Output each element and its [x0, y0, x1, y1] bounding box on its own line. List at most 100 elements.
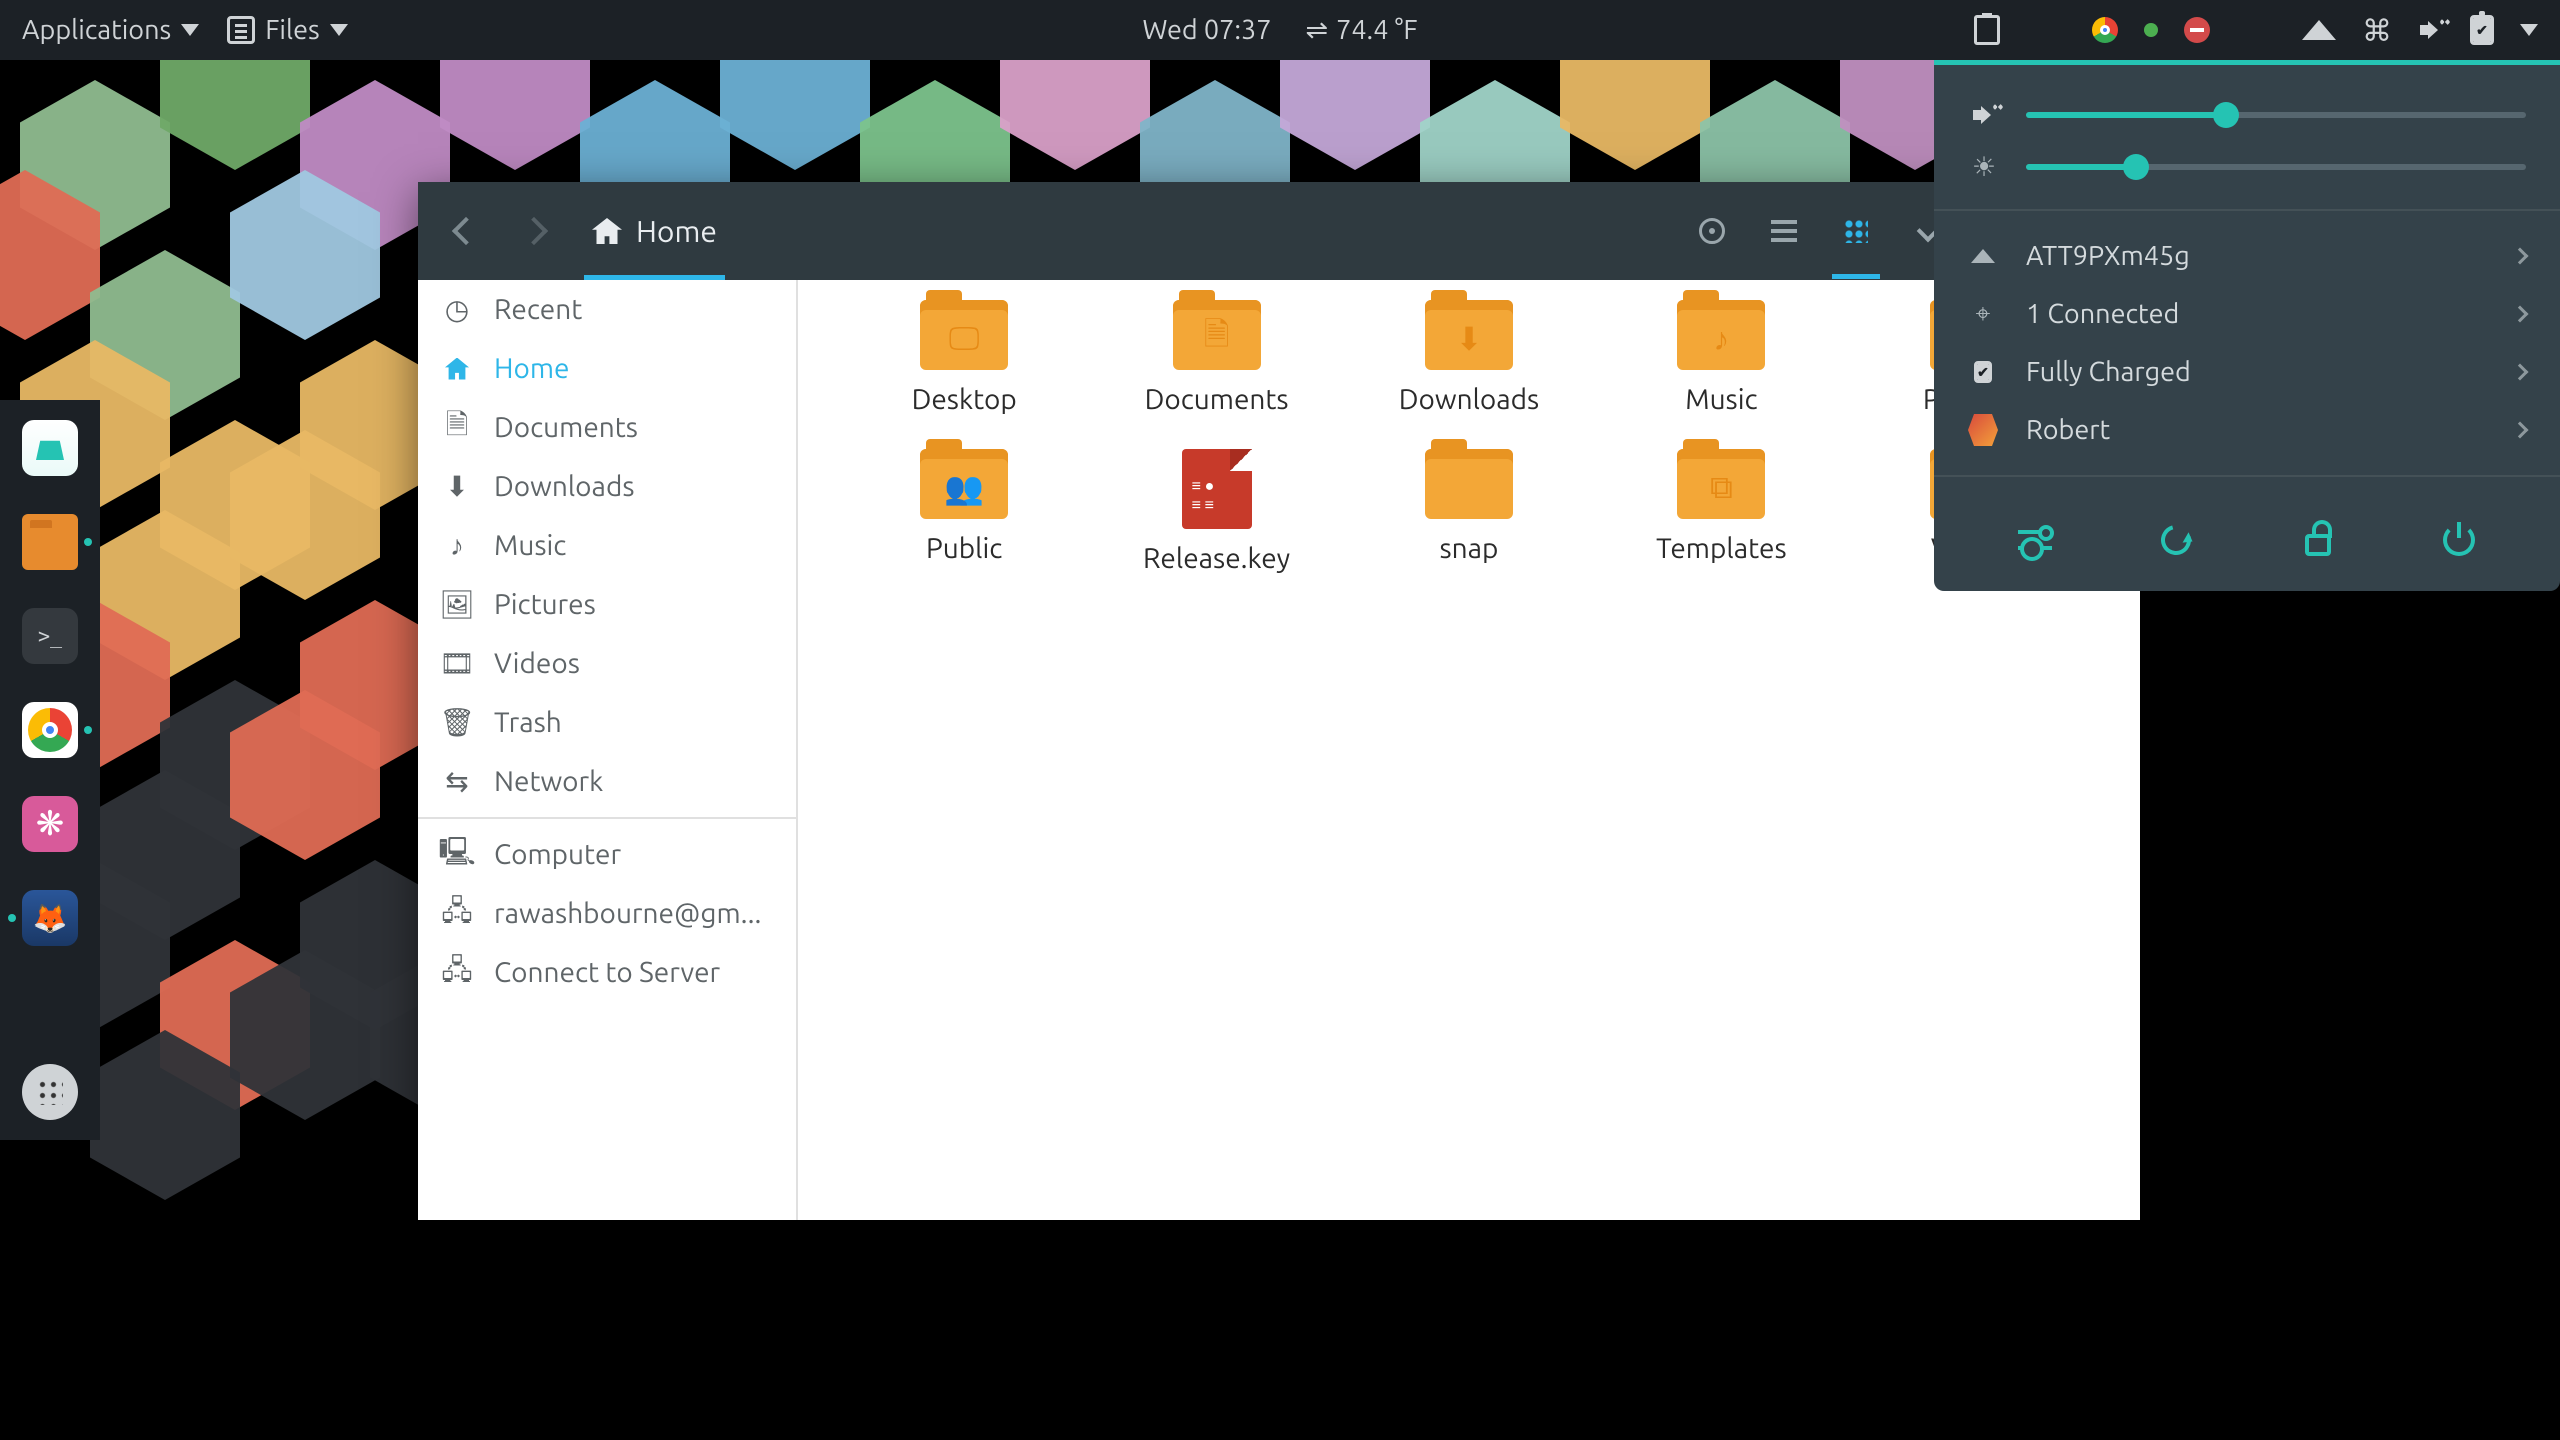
- file-item-label: Release.key: [1127, 543, 1307, 574]
- file-item-label: Public: [874, 533, 1054, 564]
- dock-chrome[interactable]: [22, 702, 78, 758]
- file-item[interactable]: 🗎Documents: [1127, 300, 1307, 415]
- computer-icon: 🖳: [442, 840, 472, 870]
- system-menu-row-bluetooth[interactable]: ⌖1 Connected: [1934, 285, 2560, 343]
- music-icon: ♪: [442, 531, 472, 561]
- temperature-indicator[interactable]: ⇌ 74.4 °F: [1305, 15, 1417, 46]
- power-button[interactable]: [2436, 517, 2482, 563]
- applications-menu[interactable]: Applications: [22, 15, 199, 45]
- brightness-slider-thumb[interactable]: [2123, 154, 2149, 180]
- orientation-lock-button[interactable]: [2153, 517, 2199, 563]
- clock[interactable]: Wed 07:37: [1142, 15, 1271, 45]
- lock-button[interactable]: [2295, 517, 2341, 563]
- system-menu-row-wifi[interactable]: ATT9PXm45g: [1934, 227, 2560, 285]
- trash-icon: 🗑: [442, 708, 472, 738]
- wifi-icon[interactable]: [2302, 20, 2336, 40]
- chevron-down-icon: [330, 24, 348, 36]
- sidebar-item-videos[interactable]: 🎞Videos: [418, 634, 796, 693]
- sidebar-item-documents[interactable]: 🗎 Documents: [418, 398, 796, 457]
- file-item[interactable]: ⬇ Downloads: [1379, 300, 1559, 415]
- sidebar-item-label: Home: [494, 353, 570, 384]
- location-label: Home: [636, 214, 717, 248]
- settings-button[interactable]: [2012, 517, 2058, 563]
- home-icon: [442, 354, 472, 384]
- chrome-indicator-icon[interactable]: [2092, 17, 2118, 43]
- battery-icon: [1968, 357, 1998, 387]
- sidebar-device-item[interactable]: 🖳Computer: [418, 825, 796, 884]
- folder-icon: 👥: [920, 449, 1008, 519]
- dock-show-applications[interactable]: [22, 1064, 78, 1120]
- file-item-label: Desktop: [874, 384, 1054, 415]
- file-item[interactable]: ⧉Templates: [1631, 449, 1811, 574]
- location-button[interactable]: [1678, 197, 1746, 265]
- folder-icon: ⬇: [1425, 300, 1513, 370]
- file-item[interactable]: 👥 Public: [874, 449, 1054, 574]
- dock-software-center[interactable]: [22, 420, 78, 476]
- volume-slider[interactable]: [2026, 112, 2526, 118]
- clock-icon: ◷: [442, 295, 472, 325]
- sidebar-item-pictures[interactable]: 🖼Pictures: [418, 575, 796, 634]
- dock-files[interactable]: [22, 514, 78, 570]
- sidebar-item-downloads[interactable]: ⬇Downloads: [418, 457, 796, 516]
- nav-back-button[interactable]: [432, 197, 500, 265]
- volume-slider-thumb[interactable]: [2213, 102, 2239, 128]
- sidebar-item-label: Connect to Server: [494, 957, 720, 988]
- clipboard-indicator-icon[interactable]: [1974, 15, 2000, 45]
- dock-terminal[interactable]: [22, 608, 78, 664]
- avatar-icon: [1968, 415, 1998, 445]
- folder-icon: ♪: [1677, 300, 1765, 370]
- sidebar-item-music[interactable]: ♪ Music: [418, 516, 796, 575]
- file-item[interactable]: 🖵Desktop: [874, 300, 1054, 415]
- bluetooth-icon: ⌖: [1968, 299, 1998, 329]
- thermometer-icon: ⇌: [1305, 15, 1326, 46]
- brightness-icon: ☀: [1968, 151, 2000, 183]
- brightness-slider[interactable]: [2026, 164, 2526, 170]
- document-icon: 🗎: [442, 413, 472, 443]
- bluetooth-icon[interactable]: ⌘: [2362, 15, 2392, 45]
- dock-atom[interactable]: [22, 796, 78, 852]
- path-tab-home[interactable]: Home: [572, 182, 737, 280]
- sidebar-item-label: Music: [494, 530, 566, 561]
- sidebar-device-item[interactable]: 🖧rawashbourne@gm...: [418, 884, 796, 943]
- volume-icon[interactable]: [2418, 17, 2444, 43]
- dock-firefox[interactable]: [22, 890, 78, 946]
- chevron-right-icon: [520, 217, 548, 245]
- battery-icon[interactable]: [2470, 15, 2494, 45]
- sidebar-item-label: Trash: [494, 707, 562, 738]
- sidebar-item-home[interactable]: Home: [418, 339, 796, 398]
- grid-view-button[interactable]: [1822, 197, 1890, 265]
- system-menu-row-label: ATT9PXm45g: [2026, 241, 2190, 271]
- file-item-label: snap: [1379, 533, 1559, 564]
- sidebar-device-item[interactable]: 🖧Connect to Server: [418, 943, 796, 1002]
- file-item[interactable]: ♪Music: [1631, 300, 1811, 415]
- brightness-slider-row: ☀: [1934, 141, 2560, 193]
- volume-slider-row: [1934, 89, 2560, 141]
- sidebar-item-label: Videos: [494, 648, 580, 679]
- nav-forward-button[interactable]: [500, 197, 568, 265]
- menu-separator: [1934, 209, 2560, 211]
- grid-view-icon: [1844, 219, 1868, 243]
- file-item-label: Documents: [1127, 384, 1307, 415]
- chevron-left-icon: [452, 217, 480, 245]
- system-menu-row-avatar[interactable]: Robert: [1934, 401, 2560, 459]
- sidebar-item-trash[interactable]: 🗑 Trash: [418, 693, 796, 752]
- do-not-disturb-icon[interactable]: [2184, 17, 2210, 43]
- sidebar-item-label: Recent: [494, 294, 582, 325]
- file-icon: ≡ ●≡ ≡: [1182, 449, 1252, 529]
- list-view-button[interactable]: [1750, 197, 1818, 265]
- file-item[interactable]: ≡ ●≡ ≡ Release.key: [1127, 449, 1307, 574]
- home-icon: [592, 218, 622, 244]
- file-item-label: Downloads: [1379, 384, 1559, 415]
- network-icon: ⇆: [442, 767, 472, 797]
- sidebar-item-network[interactable]: ⇆Network: [418, 752, 796, 811]
- folder-icon: ⧉: [1677, 449, 1765, 519]
- status-dot-icon[interactable]: [2144, 23, 2158, 37]
- sidebar-item-recent[interactable]: ◷ Recent: [418, 280, 796, 339]
- file-item[interactable]: snap: [1379, 449, 1559, 574]
- system-menu-row-battery[interactable]: Fully Charged: [1934, 343, 2560, 401]
- settings-icon: [2018, 527, 2052, 553]
- files-menu[interactable]: Files: [227, 15, 347, 45]
- sidebar-item-label: Documents: [494, 412, 638, 443]
- volume-icon: [1968, 99, 2000, 131]
- system-menu-toggle-icon[interactable]: [2520, 24, 2538, 36]
